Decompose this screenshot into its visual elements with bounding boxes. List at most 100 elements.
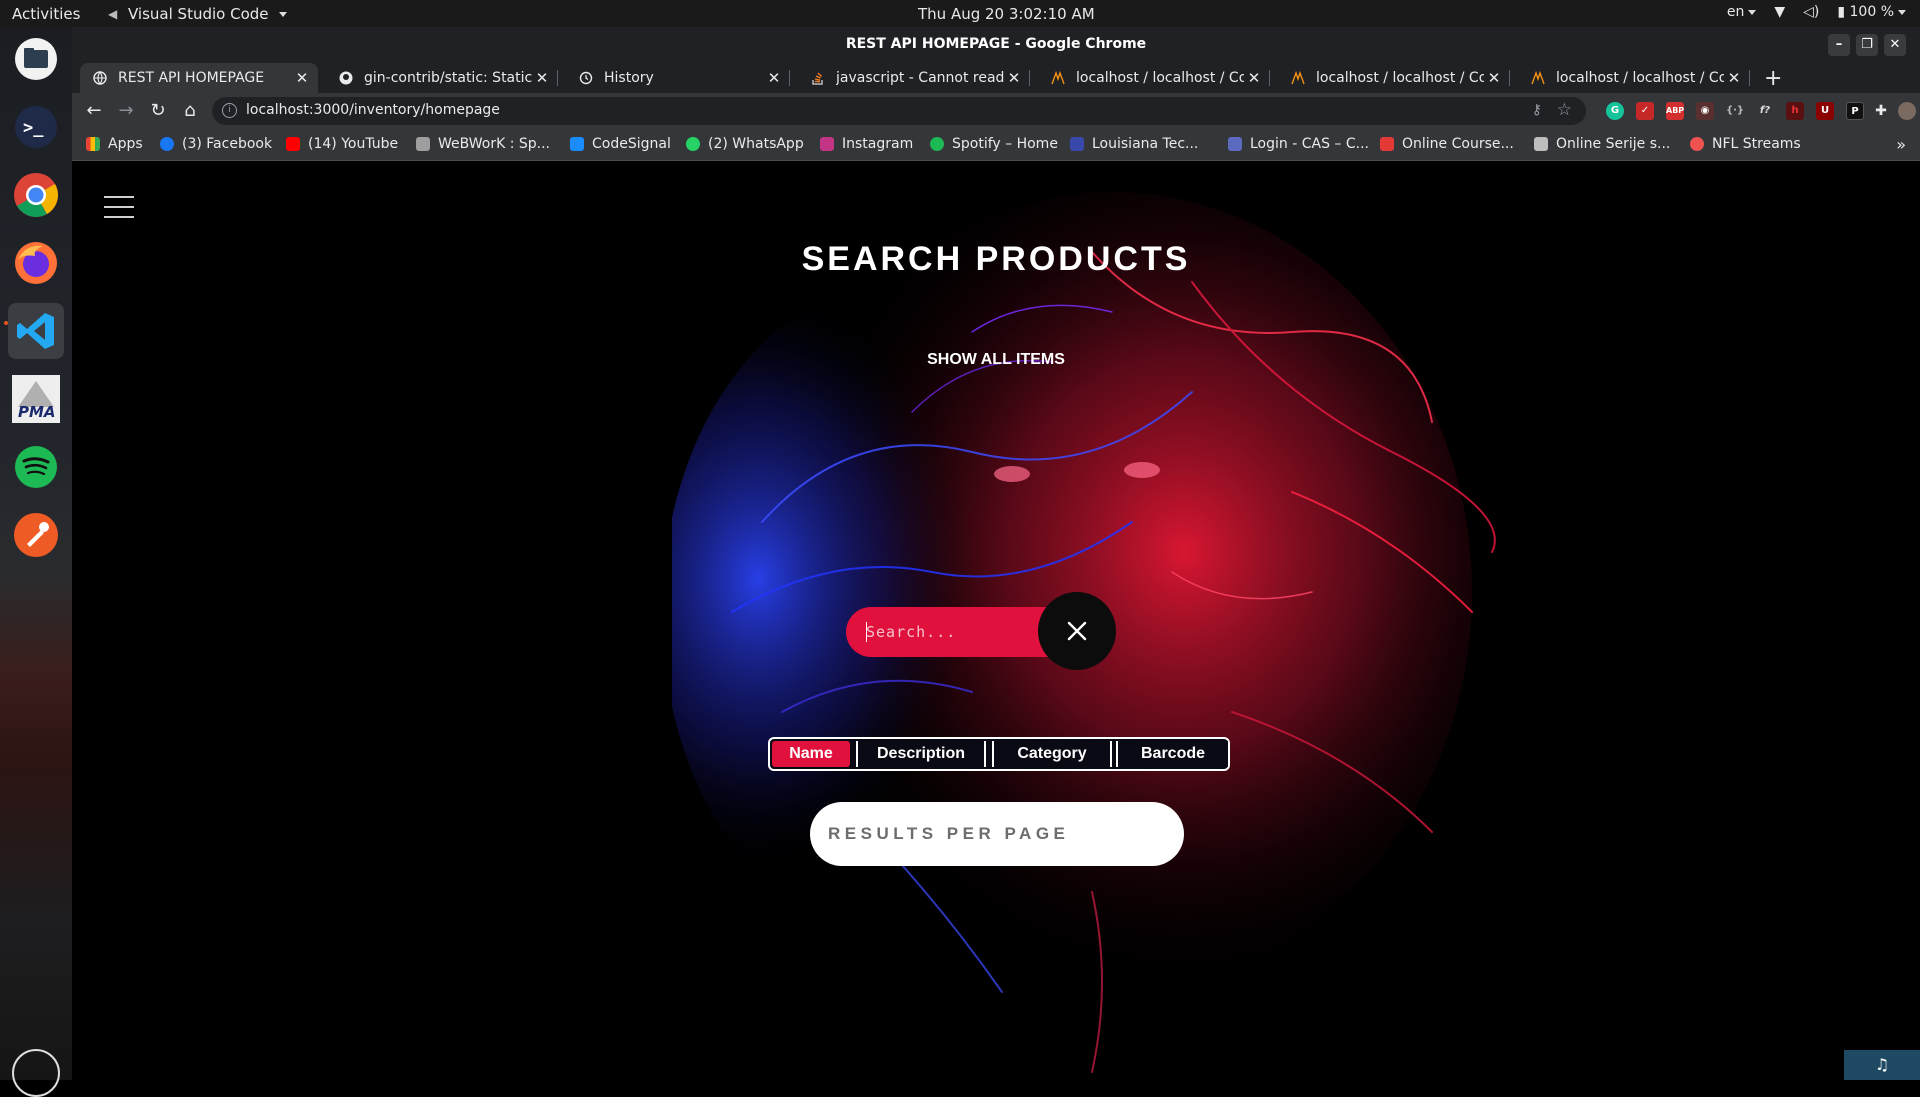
tab-label: javascript - Cannot read p — [836, 70, 1004, 86]
clear-search-button[interactable] — [1038, 592, 1116, 670]
bookmark-nfl-streams[interactable]: NFL Streams — [1690, 136, 1801, 152]
json-viewer-icon[interactable]: {·} — [1726, 102, 1744, 120]
activities-button[interactable]: Activities — [12, 5, 80, 23]
battery-label: 100 % — [1850, 4, 1894, 20]
filter-barcode-button[interactable]: Barcode — [1116, 741, 1228, 767]
phpmyadmin-icon[interactable]: PMA — [8, 371, 64, 427]
bookmark-codesignal[interactable]: CodeSignal — [570, 136, 671, 152]
page-title: SEARCH PRODUCTS — [72, 240, 1920, 279]
bookmark-label: Louisiana Tec... — [1092, 136, 1198, 152]
tab-label: gin-contrib/static: Static f — [364, 70, 532, 86]
language-indicator[interactable]: en — [1727, 4, 1757, 20]
system-tray[interactable]: en ▼ ◁) ▮ 100 % — [1727, 4, 1906, 20]
reload-icon[interactable]: ↻ — [146, 99, 170, 123]
adblock-plus-icon[interactable]: ABP — [1666, 102, 1684, 120]
forward-arrow-icon[interactable]: → — [114, 99, 138, 123]
grammarly-icon[interactable]: G — [1606, 102, 1624, 120]
tab-close-icon[interactable]: ✕ — [532, 69, 552, 87]
tab-history[interactable]: History ✕ — [566, 63, 790, 93]
bookmark-facebook[interactable]: (3) Facebook — [160, 136, 272, 152]
bookmark-apps[interactable]: Apps — [86, 136, 143, 152]
bookmarks-bar: Apps (3) Facebook (14) YouTube WeBWorK :… — [72, 129, 1920, 161]
search-input[interactable] — [866, 620, 1046, 644]
extension-red-icon[interactable]: ✓ — [1636, 102, 1654, 120]
reddit-icon — [1690, 137, 1704, 151]
phpmyadmin-icon — [1530, 70, 1546, 86]
filter-category-button[interactable]: Category — [992, 741, 1112, 767]
bookmark-star-icon[interactable]: ☆ — [1557, 100, 1572, 120]
tab-close-icon[interactable]: ✕ — [1244, 69, 1264, 87]
bookmark-louisiana-tech[interactable]: Louisiana Tec... — [1070, 136, 1198, 152]
volume-icon: ◁) — [1803, 4, 1819, 20]
home-icon[interactable]: ⌂ — [178, 99, 202, 123]
youtube-icon — [286, 137, 300, 151]
vscode-icon[interactable] — [8, 303, 64, 359]
bookmark-whatsapp[interactable]: (2) WhatsApp — [686, 136, 804, 152]
bookmark-label: WeBWorK : Sp... — [438, 136, 550, 152]
svg-text:PMA: PMA — [18, 403, 56, 421]
new-tab-icon[interactable]: + — [1764, 66, 1782, 91]
stackoverflow-icon — [810, 70, 826, 86]
profile-avatar[interactable] — [1898, 102, 1916, 120]
puzzle-extensions-icon[interactable]: ✚ — [1872, 102, 1890, 120]
terminal-icon[interactable]: >_ — [8, 99, 64, 155]
bookmark-online-course[interactable]: Online Course... — [1380, 136, 1514, 152]
ublock-origin-icon[interactable]: U — [1816, 102, 1834, 120]
bookmark-spotify[interactable]: Spotify – Home — [930, 136, 1058, 152]
chrome-icon[interactable] — [8, 167, 64, 223]
battery-indicator: ▮ 100 % — [1837, 4, 1906, 20]
results-per-page-input[interactable]: RESULTS PER PAGE — [810, 802, 1184, 866]
bookmarks-overflow-icon[interactable]: » — [1896, 135, 1906, 154]
tab-close-icon[interactable]: ✕ — [292, 69, 312, 87]
firefox-icon[interactable] — [8, 235, 64, 291]
close-icon[interactable]: ✕ — [1884, 34, 1906, 56]
filter-description-button[interactable]: Description — [856, 741, 986, 767]
show-applications-icon[interactable] — [12, 1049, 60, 1097]
bookmark-login-cas[interactable]: Login - CAS – C... — [1228, 136, 1369, 152]
spotify-icon[interactable] — [8, 439, 64, 495]
back-arrow-icon[interactable]: ← — [82, 99, 106, 123]
bookmark-label: Instagram — [842, 136, 913, 152]
show-all-items-link[interactable]: SHOW ALL ITEMS — [72, 351, 1920, 369]
bookmark-online-serije[interactable]: Online Serije s... — [1534, 136, 1670, 152]
tab-gin-contrib[interactable]: gin-contrib/static: Static f ✕ — [326, 63, 558, 93]
bookmark-instagram[interactable]: Instagram — [820, 136, 913, 152]
tab-close-icon[interactable]: ✕ — [764, 69, 784, 87]
extension-p-icon[interactable]: P — [1846, 102, 1864, 120]
window-title: REST API HOMEPAGE - Google Chrome — [72, 36, 1920, 52]
system-clock[interactable]: Thu Aug 20 3:02:10 AM — [918, 5, 1095, 23]
address-bar[interactable]: i localhost:3000/inventory/homepage ⚷ ☆ — [212, 97, 1586, 125]
extension-h-icon[interactable]: h — [1786, 102, 1804, 120]
tab-rest-api-homepage[interactable]: REST API HOMEPAGE ✕ — [80, 63, 318, 93]
tab-stackoverflow[interactable]: javascript - Cannot read p ✕ — [798, 63, 1030, 93]
site-info-icon[interactable]: i — [222, 103, 237, 118]
bookmark-label: (2) WhatsApp — [708, 136, 804, 152]
music-notification-icon[interactable]: ♫ — [1844, 1050, 1920, 1080]
files-icon[interactable] — [8, 31, 64, 87]
tab-label: localhost / localhost / Con — [1076, 70, 1244, 86]
tab-phpmyadmin-2[interactable]: localhost / localhost / Con ✕ — [1278, 63, 1510, 93]
tab-phpmyadmin-1[interactable]: localhost / localhost / Con ✕ — [1038, 63, 1270, 93]
hamburger-menu-icon[interactable] — [104, 196, 134, 220]
tab-close-icon[interactable]: ✕ — [1484, 69, 1504, 87]
tab-phpmyadmin-3[interactable]: localhost / localhost / Con ✕ — [1518, 63, 1750, 93]
tab-strip: REST API HOMEPAGE ✕ gin-contrib/static: … — [72, 63, 1920, 93]
whatsapp-icon — [686, 137, 700, 151]
bookmark-youtube[interactable]: (14) YouTube — [286, 136, 398, 152]
postman-icon[interactable] — [8, 507, 64, 563]
bookmark-label: (14) YouTube — [308, 136, 398, 152]
key-icon[interactable]: ⚷ — [1532, 102, 1542, 118]
chevron-down-icon — [1898, 10, 1906, 15]
tab-close-icon[interactable]: ✕ — [1724, 69, 1744, 87]
app-menu[interactable]: ◀ Visual Studio Code — [108, 5, 287, 23]
bookmark-webwork[interactable]: WeBWorK : Sp... — [416, 136, 550, 152]
minimize-icon[interactable]: – — [1828, 34, 1850, 56]
filter-name-button[interactable]: Name — [772, 741, 850, 767]
window-titlebar: REST API HOMEPAGE - Google Chrome – ❐ ✕ — [72, 27, 1920, 63]
screen-recorder-icon[interactable]: ◉ — [1696, 102, 1714, 120]
webwork-icon — [416, 137, 430, 151]
tab-close-icon[interactable]: ✕ — [1004, 69, 1024, 87]
formula-icon[interactable]: f? — [1756, 102, 1774, 120]
tab-label: History — [604, 70, 764, 86]
restore-icon[interactable]: ❐ — [1856, 34, 1878, 56]
